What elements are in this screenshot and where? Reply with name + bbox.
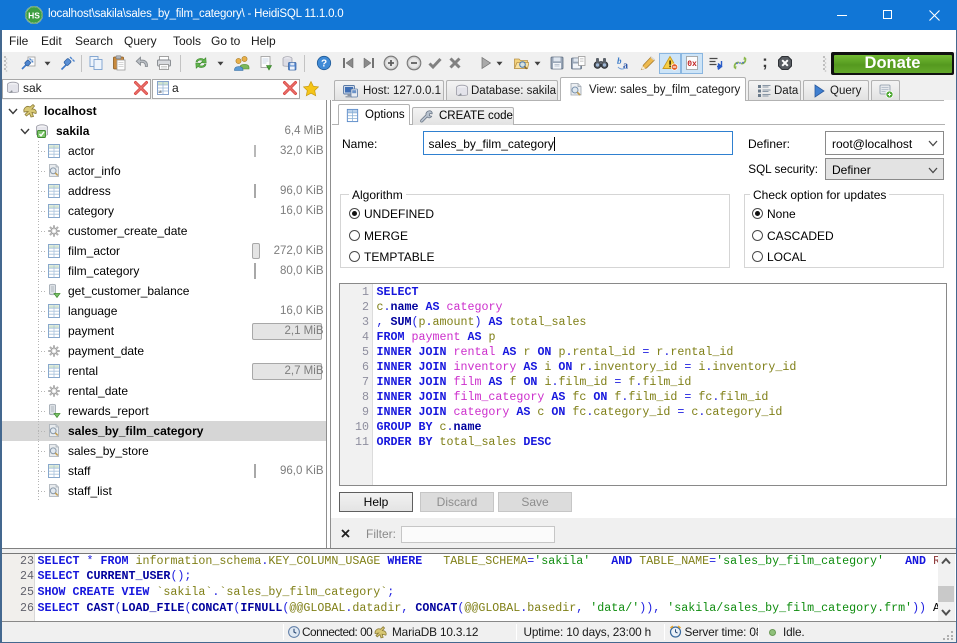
svg-text:0x: 0x — [687, 60, 697, 69]
svg-text:b: b — [617, 56, 622, 66]
svg-text:HS: HS — [28, 10, 40, 20]
svg-text:a: a — [623, 61, 628, 72]
svg-text:?: ? — [321, 59, 327, 70]
